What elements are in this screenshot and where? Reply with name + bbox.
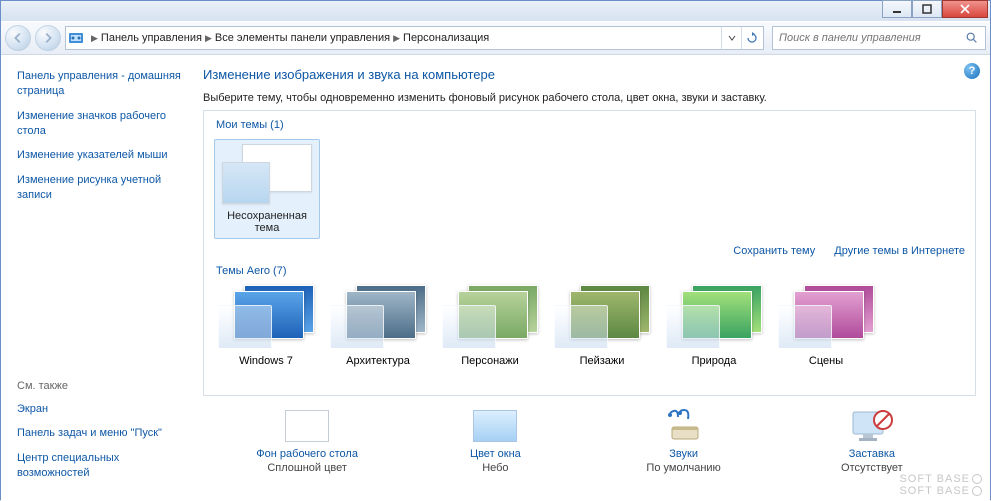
customization-item[interactable]: Фон рабочего стола Сплошной цвет <box>227 406 387 474</box>
navigation-bar: ▶ Панель управления ▶ Все элементы панел… <box>1 21 990 55</box>
sidebar-link-desktop-icons[interactable]: Изменение значков рабочего стола <box>17 109 183 139</box>
online-themes-link[interactable]: Другие темы в Интернете <box>834 245 965 257</box>
page-description: Выберите тему, чтобы одновременно измени… <box>203 92 976 104</box>
aero-theme-item[interactable]: Природа <box>662 285 766 367</box>
maximize-button[interactable] <box>912 0 942 18</box>
aero-theme-label: Архитектура <box>346 355 410 367</box>
sidebar-link-ease-of-access[interactable]: Центр специальных возможностей <box>17 451 183 481</box>
see-also-header: См. также <box>17 380 183 392</box>
page-title: Изменение изображения и звука на компьют… <box>203 67 976 82</box>
customization-value: Сплошной цвет <box>267 462 347 474</box>
save-theme-link[interactable]: Сохранить тему <box>733 245 815 257</box>
customization-item[interactable]: Заставка Отсутствует <box>792 406 952 474</box>
theme-links: Сохранить тему Другие темы в Интернете <box>214 245 965 257</box>
sidebar-link-taskbar[interactable]: Панель задач и меню "Пуск" <box>17 426 183 441</box>
aero-thumbnail <box>666 285 762 349</box>
search-input[interactable] <box>779 32 965 44</box>
customization-row: Фон рабочего стола Сплошной цвет Цвет ок… <box>203 396 976 474</box>
help-icon[interactable]: ? <box>964 63 980 79</box>
window-color-icon <box>471 406 519 446</box>
search-icon <box>965 31 979 45</box>
aero-themes-row: Windows 7 Архитектура Персонажи Пейзажи … <box>214 285 965 367</box>
address-bar[interactable]: ▶ Панель управления ▶ Все элементы панел… <box>65 26 764 50</box>
aero-theme-item[interactable]: Персонажи <box>438 285 542 367</box>
sounds-icon <box>660 406 708 446</box>
desktop-bg-icon <box>283 406 331 446</box>
aero-theme-item[interactable]: Сцены <box>774 285 878 367</box>
title-bar <box>1 1 990 21</box>
theme-label: Несохраненная тема <box>219 210 315 234</box>
aero-thumbnail <box>218 285 314 349</box>
minimize-button[interactable] <box>882 0 912 18</box>
customization-label: Заставка <box>849 448 895 460</box>
customization-label: Фон рабочего стола <box>256 448 358 460</box>
customization-value: Небо <box>482 462 508 474</box>
breadcrumb-separator: ▶ <box>393 33 400 44</box>
aero-thumbnail <box>778 285 874 349</box>
aero-theme-label: Пейзажи <box>580 355 625 367</box>
aero-thumbnail <box>330 285 426 349</box>
sidebar-link-display[interactable]: Экран <box>17 402 183 417</box>
themes-panel: Мои темы (1) Несохраненная тема Сохранит… <box>203 110 976 396</box>
close-button[interactable] <box>942 0 988 18</box>
aero-thumbnail <box>442 285 538 349</box>
back-button[interactable] <box>5 25 31 51</box>
breadcrumb-separator: ▶ <box>91 33 98 44</box>
aero-theme-item[interactable]: Архитектура <box>326 285 430 367</box>
aero-theme-item[interactable]: Пейзажи <box>550 285 654 367</box>
refresh-button[interactable] <box>741 27 761 49</box>
sidebar-link-home[interactable]: Панель управления - домашняя страница <box>17 69 183 99</box>
screensaver-icon <box>848 406 896 446</box>
aero-theme-label: Сцены <box>809 355 843 367</box>
my-themes-header: Мои темы (1) <box>216 119 965 131</box>
aero-theme-label: Персонажи <box>461 355 519 367</box>
customization-item[interactable]: Звуки По умолчанию <box>604 406 764 474</box>
aero-thumbnail <box>554 285 650 349</box>
sidebar-link-account-picture[interactable]: Изменение рисунка учетной записи <box>17 173 183 203</box>
main-content: ? Изменение изображения и звука на компь… <box>193 55 990 501</box>
sidebar: Панель управления - домашняя страница Из… <box>1 55 193 501</box>
aero-theme-label: Природа <box>692 355 737 367</box>
customization-value: По умолчанию <box>646 462 720 474</box>
customization-value: Отсутствует <box>841 462 903 474</box>
customization-label: Цвет окна <box>470 448 521 460</box>
breadcrumb-item[interactable]: Панель управления <box>101 32 202 44</box>
theme-thumbnail <box>222 144 312 204</box>
watermark: SOFT BASE SOFT BASE <box>899 473 984 497</box>
aero-theme-label: Windows 7 <box>239 355 293 367</box>
address-dropdown-button[interactable] <box>721 27 741 49</box>
customization-item[interactable]: Цвет окна Небо <box>415 406 575 474</box>
theme-item-unsaved[interactable]: Несохраненная тема <box>214 139 320 239</box>
aero-theme-item[interactable]: Windows 7 <box>214 285 318 367</box>
customization-label: Звуки <box>669 448 698 460</box>
forward-button[interactable] <box>35 25 61 51</box>
control-panel-icon <box>68 30 84 46</box>
breadcrumb-item[interactable]: Персонализация <box>403 32 489 44</box>
aero-themes-header: Темы Aero (7) <box>216 265 965 277</box>
breadcrumb-separator: ▶ <box>205 33 212 44</box>
search-box[interactable] <box>772 26 986 50</box>
breadcrumb-item[interactable]: Все элементы панели управления <box>215 32 390 44</box>
sidebar-link-mouse-pointers[interactable]: Изменение указателей мыши <box>17 148 183 163</box>
